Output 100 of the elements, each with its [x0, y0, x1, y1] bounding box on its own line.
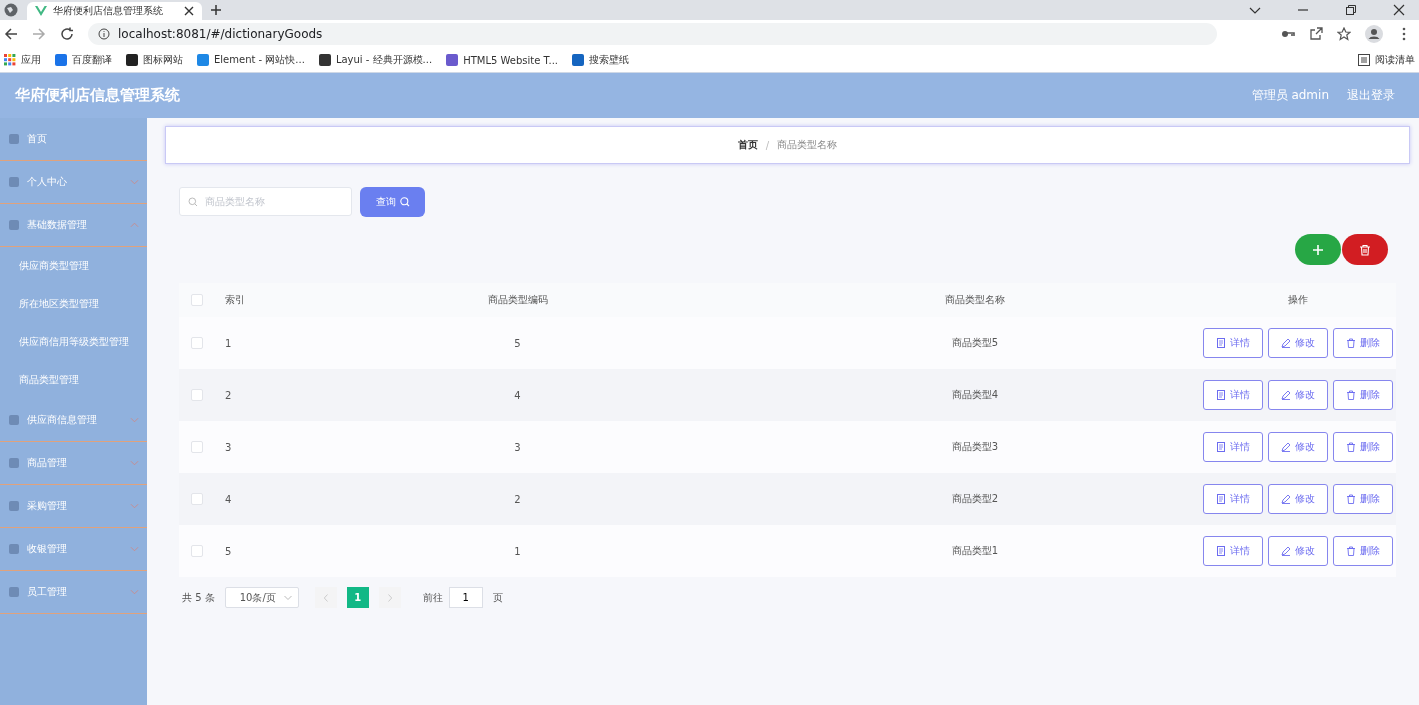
edit-button[interactable]: 修改	[1268, 432, 1328, 462]
edit-button[interactable]: 修改	[1268, 484, 1328, 514]
goto-label: 前往	[422, 590, 443, 605]
bookmark[interactable]: 应用	[4, 53, 41, 67]
table-cell: 1	[225, 337, 232, 349]
checkbox[interactable]	[191, 337, 203, 349]
trash-icon	[1346, 546, 1356, 556]
chevron-icon	[130, 546, 139, 552]
page-unit: 页	[492, 590, 503, 605]
menu-item-icon	[8, 133, 20, 145]
checkbox[interactable]	[191, 441, 203, 453]
search-button[interactable]: 查询	[360, 187, 425, 217]
caret-icon	[283, 593, 292, 602]
bookmark[interactable]: Element - 网站快...	[197, 53, 305, 67]
page-input[interactable]: 1	[448, 587, 483, 608]
delete-button[interactable]: 删除	[1333, 380, 1393, 410]
detail-button[interactable]: 详情	[1203, 328, 1263, 358]
pencil-icon	[1281, 494, 1291, 504]
document-icon	[1216, 338, 1226, 348]
table-cell: 4	[225, 493, 232, 505]
detail-button[interactable]: 详情	[1203, 380, 1263, 410]
chevron-icon	[130, 222, 139, 228]
user-label: 管理员 admin	[1251, 87, 1329, 104]
menu-item-icon	[8, 414, 20, 426]
plus-icon	[1312, 243, 1324, 256]
table-cell: 2	[514, 493, 521, 505]
address-field[interactable]: localhost:8081/#/dictionaryGoods	[88, 23, 1217, 45]
edit-button[interactable]: 修改	[1268, 328, 1328, 358]
checkbox[interactable]	[191, 294, 203, 306]
star-icon[interactable]	[1337, 27, 1351, 41]
table-cell: 5	[514, 337, 521, 349]
document-icon	[1216, 546, 1226, 556]
delete-button[interactable]: 删除	[1333, 536, 1393, 566]
menu-item-icon	[8, 500, 20, 512]
column-header: 商品类型名称	[945, 294, 1005, 305]
profile-icon[interactable]	[1365, 25, 1383, 43]
bookmark-icon	[197, 54, 209, 66]
globe-icon[interactable]	[3, 2, 19, 18]
trash-icon	[1346, 494, 1356, 504]
reload-icon[interactable]	[60, 27, 74, 41]
checkbox[interactable]	[191, 493, 203, 505]
apps-grid-icon	[4, 54, 16, 66]
table-cell: 商品类型3	[951, 441, 999, 452]
browser-tab[interactable]: 华府便利店信息管理系统	[27, 2, 202, 20]
page-button[interactable]: 1	[346, 587, 369, 608]
bookmark[interactable]: HTML5 Website T...	[446, 54, 559, 66]
bookmark[interactable]: 搜索壁纸	[572, 53, 630, 67]
page-size-select[interactable]: 10条/页	[224, 587, 299, 608]
add-button[interactable]	[1295, 234, 1341, 265]
app-title: 华府便利店信息管理系统	[15, 86, 180, 105]
info-icon	[98, 28, 110, 40]
edit-button[interactable]: 修改	[1268, 380, 1328, 410]
table-cell: 2	[225, 389, 232, 401]
delete-button[interactable]	[1342, 234, 1388, 265]
table-cell: 1	[514, 545, 521, 557]
bookmark-icon	[446, 54, 459, 66]
delete-button[interactable]: 删除	[1333, 432, 1393, 462]
close-icon[interactable]	[184, 6, 194, 16]
document-icon	[1216, 442, 1226, 452]
reading-list[interactable]: 阅读清单	[1358, 53, 1415, 67]
detail-button[interactable]: 详情	[1203, 484, 1263, 514]
trash-icon	[1359, 243, 1371, 256]
table-cell: 商品类型1	[951, 545, 999, 556]
table-cell: 3	[225, 441, 232, 453]
checkbox[interactable]	[191, 389, 203, 401]
close-icon[interactable]	[1393, 4, 1405, 16]
detail-button[interactable]: 详情	[1203, 432, 1263, 462]
bookmark-icon	[318, 54, 331, 66]
edit-button[interactable]: 修改	[1268, 536, 1328, 566]
chevron-icon	[130, 503, 139, 509]
delete-button[interactable]: 删除	[1333, 484, 1393, 514]
document-icon	[1216, 494, 1226, 504]
table-cell: 4	[514, 389, 521, 401]
bookmark[interactable]: 图标网站	[126, 53, 183, 67]
document-icon	[1216, 390, 1226, 400]
menu-item-icon	[8, 457, 20, 469]
new-tab-icon[interactable]	[210, 4, 222, 16]
column-header: 索引	[225, 294, 245, 305]
bookmark[interactable]: 百度翻译	[55, 53, 112, 67]
share-icon[interactable]	[1309, 27, 1323, 41]
checkbox[interactable]	[191, 545, 203, 557]
delete-button[interactable]: 删除	[1333, 328, 1393, 358]
table-cell: 商品类型5	[951, 337, 999, 348]
trash-icon	[1346, 442, 1356, 452]
restore-icon[interactable]	[1345, 4, 1357, 16]
bookmark-icon	[572, 54, 585, 66]
total-count: 共 5 条	[182, 590, 215, 605]
breadcrumb-item: 商品类型名称	[777, 138, 838, 152]
menu-item-icon	[8, 176, 20, 188]
chevron-right-icon	[385, 593, 394, 602]
table-cell: 商品类型2	[951, 493, 999, 504]
detail-button[interactable]: 详情	[1203, 536, 1263, 566]
column-header: 商品类型编码	[487, 294, 548, 305]
menu-item-icon	[8, 543, 20, 555]
table-cell: 3	[514, 441, 521, 453]
search-icon	[188, 197, 198, 207]
back-icon[interactable]	[4, 27, 18, 41]
trash-icon	[1346, 338, 1356, 348]
breadcrumb-item[interactable]: 首页	[737, 138, 758, 152]
bookmark[interactable]: Layui - 经典开源模...	[318, 53, 433, 67]
